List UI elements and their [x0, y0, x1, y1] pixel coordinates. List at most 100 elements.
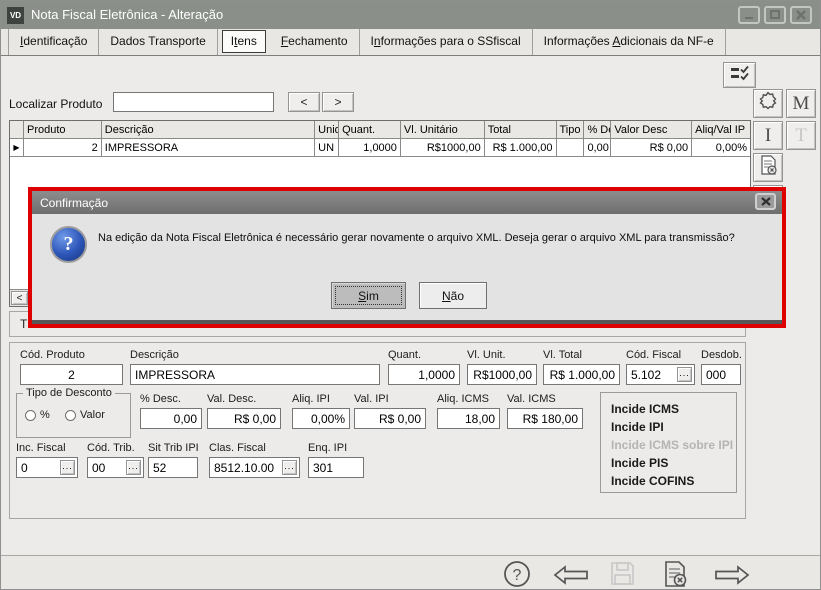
cod-fiscal-field[interactable]: 5.102 ... [626, 364, 695, 385]
maximize-button[interactable] [764, 6, 786, 24]
seal-icon [758, 91, 778, 116]
sit-trib-ipi-label: Sit Trib IPI [148, 442, 199, 454]
localizar-produto-input[interactable] [113, 92, 274, 112]
incide-icms: Incide ICMS [611, 400, 736, 418]
aliq-icms-label: Aliq. ICMS [437, 393, 489, 405]
sit-trib-ipi-field[interactable]: 52 [148, 457, 198, 478]
pct-desc-label: % Desc. [140, 393, 181, 405]
tab-bar: Identificação Dados Transporte Itens Fec… [1, 29, 821, 56]
titlebar: VD Nota Fiscal Eletrônica - Alteração [1, 1, 821, 29]
aliq-icms-field[interactable]: 18,00 [437, 408, 500, 429]
vl-total-field[interactable]: R$ 1.000,00 [543, 364, 620, 385]
enq-ipi-field[interactable]: 301 [308, 457, 364, 478]
tab-itens[interactable]: Itens [222, 30, 266, 53]
quant-label: Quant. [388, 349, 421, 361]
bottom-toolbar: ? [1, 555, 821, 590]
val-desc-label: Val. Desc. [207, 393, 256, 405]
inc-fiscal-label: Inc. Fiscal [16, 442, 66, 454]
dialog-title: Confirmação [40, 196, 108, 210]
t-button-disabled: T [786, 121, 816, 150]
cod-produto-field[interactable]: 2 [20, 364, 123, 385]
item-detail-panel: Cód. Produto 2 Descrição IMPRESSORA Quan… [9, 342, 746, 519]
pct-desc-field[interactable]: 0,00 [140, 408, 202, 429]
question-icon: ? [50, 226, 87, 263]
window-title: Nota Fiscal Eletrônica - Alteração [31, 1, 223, 29]
minimize-button[interactable] [738, 6, 760, 24]
next-button[interactable] [713, 564, 751, 590]
scroll-left-icon[interactable]: < [11, 291, 28, 305]
incide-ipi: Incide IPI [611, 418, 736, 436]
tab-identificacao[interactable]: Identificação [8, 29, 99, 55]
descricao-field[interactable]: IMPRESSORA [130, 364, 380, 385]
desdob-field[interactable]: 000 [701, 364, 741, 385]
save-icon [609, 574, 636, 590]
confirmation-dialog: Confirmação ? Na edição da Nota Fiscal E… [28, 187, 786, 328]
cancel-button[interactable] [662, 560, 688, 590]
m-button[interactable]: M [786, 89, 816, 118]
cod-fiscal-label: Cód. Fiscal [626, 349, 681, 361]
incide-pis: Incide PIS [611, 454, 736, 472]
val-desc-field[interactable]: R$ 0,00 [207, 408, 281, 429]
no-button[interactable]: Não [419, 282, 487, 309]
app-window: VD Nota Fiscal Eletrônica - Alteração Id… [0, 0, 821, 590]
cancel-document-button[interactable] [753, 153, 783, 182]
yes-button[interactable]: Sim [331, 282, 406, 309]
close-icon [761, 193, 771, 211]
inc-fiscal-field[interactable]: 0 ... [16, 457, 78, 478]
vl-unit-field[interactable]: R$1000,00 [467, 364, 537, 385]
dialog-titlebar: Confirmação [32, 191, 782, 214]
inc-fiscal-lookup-button[interactable]: ... [60, 460, 75, 475]
tipo-desconto-legend: Tipo de Desconto [23, 387, 115, 399]
tab-fechamento[interactable]: Fechamento [270, 29, 360, 55]
cod-trib-field[interactable]: 00 ... [87, 457, 144, 478]
dialog-body: ? Na edição da Nota Fiscal Eletrônica é … [32, 214, 782, 324]
close-button[interactable] [790, 6, 812, 24]
apply-checklist-button[interactable] [723, 62, 756, 88]
val-icms-label: Val. ICMS [507, 393, 556, 405]
checklist-icon [730, 65, 750, 86]
cod-fiscal-lookup-button[interactable]: ... [677, 367, 692, 382]
grid-header-row: Produto Descrição Unid Quant. Vl. Unitár… [10, 121, 750, 139]
app-icon: VD [7, 7, 24, 24]
next-product-button[interactable]: > [322, 92, 354, 112]
row-selector-icon: ▶ [10, 139, 24, 157]
clas-fiscal-lookup-button[interactable]: ... [282, 460, 297, 475]
vl-total-label: Vl. Total [543, 349, 582, 361]
quant-field[interactable]: 1,0000 [388, 364, 460, 385]
help-button[interactable]: ? [503, 560, 531, 590]
prev-product-button[interactable]: < [288, 92, 320, 112]
cod-trib-label: Cód. Trib. [87, 442, 135, 454]
clas-fiscal-field[interactable]: 8512.10.00 ... [209, 457, 300, 478]
val-ipi-label: Val. IPI [354, 393, 389, 405]
close-icon [796, 10, 806, 20]
cancel-document-icon [759, 155, 778, 181]
minimize-icon [744, 10, 754, 20]
tab-dados-transporte[interactable]: Dados Transporte [99, 29, 217, 55]
vl-unit-label: Vl. Unit. [467, 349, 506, 361]
aliq-ipi-label: Aliq. IPI [292, 393, 330, 405]
incide-cofins: Incide COFINS [611, 472, 736, 490]
previous-button[interactable] [552, 564, 590, 590]
tipo-desconto-group: Tipo de Desconto % Valor [16, 393, 131, 438]
help-icon: ? [513, 567, 522, 584]
clas-fiscal-label: Clas. Fiscal [209, 442, 266, 454]
radio-icon [65, 410, 76, 421]
save-button-disabled [609, 560, 636, 590]
val-ipi-field[interactable]: R$ 0,00 [354, 408, 426, 429]
table-row[interactable]: ▶ 2 IMPRESSORA UN 1,0000 R$1000,00 R$ 1.… [10, 139, 750, 157]
cod-trib-lookup-button[interactable]: ... [126, 460, 141, 475]
dialog-close-button[interactable] [755, 193, 776, 210]
radio-icon [25, 410, 36, 421]
arrow-left-icon [552, 573, 590, 590]
cod-produto-label: Cód. Produto [20, 349, 85, 361]
i-button[interactable]: I [753, 121, 783, 150]
desdob-label: Desdob. [701, 349, 742, 361]
aliq-ipi-field[interactable]: 0,00% [292, 408, 350, 429]
desconto-valor-radio[interactable]: Valor [65, 409, 105, 421]
tab-informacoes-ssfiscal[interactable]: Informações para o SSfiscal [360, 29, 533, 55]
desconto-percent-radio[interactable]: % [25, 409, 50, 421]
seal-button[interactable] [753, 89, 783, 118]
val-icms-field[interactable]: R$ 180,00 [507, 408, 583, 429]
tab-informacoes-adicionais-nfe[interactable]: Informações Adicionais da NF-e [533, 29, 726, 55]
maximize-icon [770, 10, 780, 20]
